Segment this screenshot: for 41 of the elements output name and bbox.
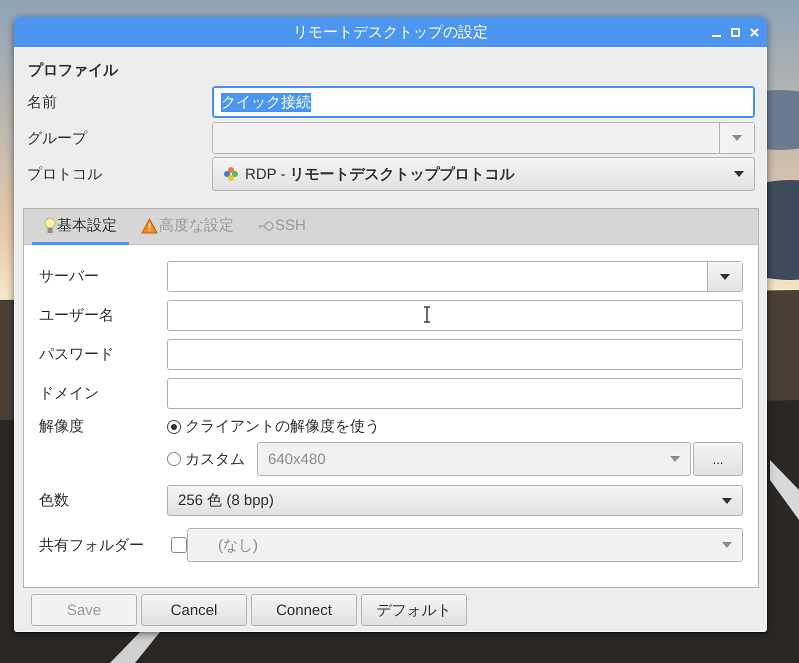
dropdown-arrow-icon <box>670 456 680 462</box>
combo-field[interactable] <box>167 261 743 292</box>
radio-option[interactable]: カスタム <box>167 450 255 468</box>
field-label: 共有フォルダー <box>39 536 145 554</box>
dialog-button[interactable]: デフォルト <box>361 594 467 626</box>
field-label: パスワード <box>39 345 115 364</box>
section-heading: プロファイル <box>28 61 120 80</box>
lightbulb-icon <box>44 216 56 234</box>
dropdown-arrow-icon <box>722 498 732 504</box>
close-icon[interactable] <box>750 28 759 36</box>
checkbox[interactable] <box>171 537 187 553</box>
field-label: ドメイン <box>39 384 100 403</box>
window-title: リモートデスクトップの設定 <box>293 22 488 42</box>
field-label: 名前 <box>27 92 58 112</box>
text-field[interactable] <box>167 378 743 409</box>
more-button[interactable]: ... <box>693 442 743 476</box>
dropdown-arrow-icon <box>732 135 742 141</box>
maximize-icon[interactable] <box>731 28 740 36</box>
dropdown-arrow-icon <box>722 542 732 548</box>
text-field[interactable] <box>167 339 743 370</box>
key-icon <box>258 220 274 230</box>
field-label: グループ <box>27 128 88 148</box>
field-label: ユーザー名 <box>39 306 115 325</box>
tab[interactable]: 基本設定 <box>32 209 129 245</box>
dropdown-arrow-icon <box>720 274 730 280</box>
dropdown[interactable]: RDP - リモートデスクトッププロトコル <box>212 157 755 191</box>
warning-icon <box>141 218 158 234</box>
field-label: 解像度 <box>39 417 85 436</box>
radio-option[interactable]: クライアントの解像度を使う <box>167 417 380 436</box>
radio-button[interactable] <box>167 452 181 466</box>
radio-button[interactable] <box>167 420 181 434</box>
field-value: クイック接続 <box>221 92 311 112</box>
dropdown-arrow-icon <box>734 171 744 177</box>
text-cursor-icon <box>423 306 431 323</box>
field-label: プロトコル <box>27 164 103 184</box>
dialog-button[interactable]: Connect <box>251 594 357 626</box>
text-field[interactable] <box>167 300 743 331</box>
dropdown[interactable]: 256 色 (8 bpp) <box>167 485 743 516</box>
field-label: サーバー <box>39 267 100 286</box>
dialog-button[interactable]: Cancel <box>141 594 247 626</box>
field-label: 色数 <box>39 491 70 510</box>
